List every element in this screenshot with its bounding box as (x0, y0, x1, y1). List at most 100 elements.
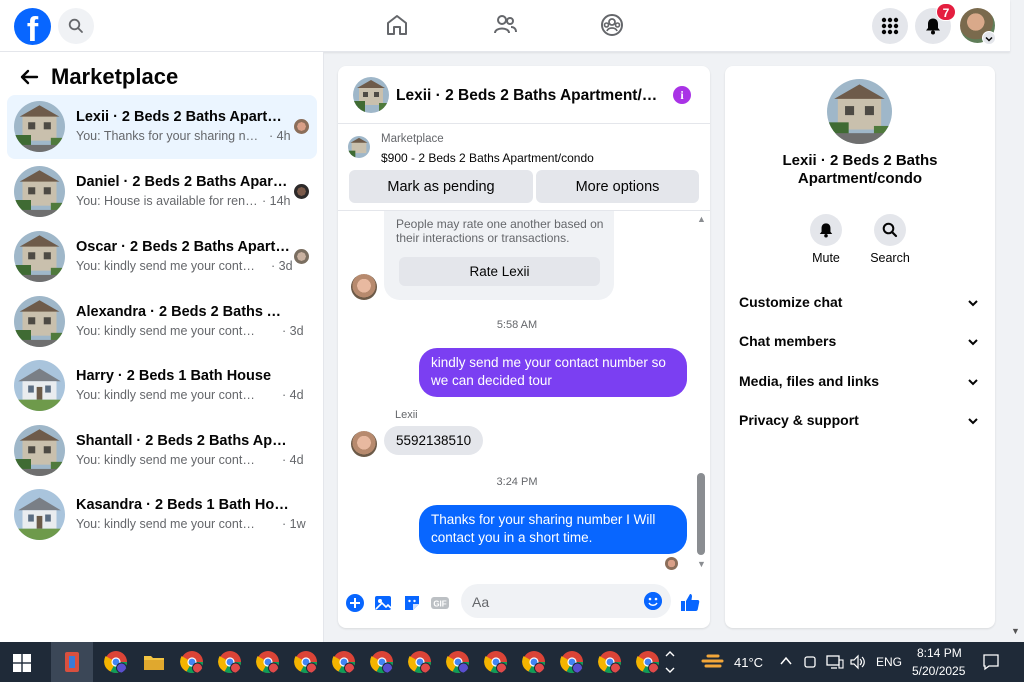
info-icon[interactable]: i (673, 86, 691, 104)
search-in-chat-button[interactable] (874, 214, 906, 246)
details-listing-photo[interactable] (827, 79, 892, 144)
chrome-icon[interactable] (522, 650, 546, 674)
plus-icon[interactable] (345, 593, 365, 613)
thumbs-up-icon[interactable] (679, 591, 701, 613)
home-icon[interactable] (384, 12, 410, 38)
mark-as-pending-button[interactable]: Mark as pending (349, 170, 533, 203)
chevron-down-icon (968, 418, 978, 425)
chrome-icon[interactable] (104, 650, 128, 674)
mute-action[interactable]: Mute (801, 214, 851, 265)
media-files-links-section[interactable]: Media, files and links (739, 373, 981, 393)
volume-icon[interactable] (849, 654, 867, 670)
scroll-down-arrow[interactable]: ▼ (697, 559, 706, 569)
conversation-snippet: You: kindly send me your contact nu... (76, 388, 261, 402)
message-timestamp: 5:58 AM (496, 319, 538, 331)
rate-user-button[interactable]: Rate Lexii (399, 257, 600, 286)
photo-icon[interactable] (373, 593, 393, 613)
conversation-name: Oscar · 2 Beds 2 Baths Apartment/condo (76, 239, 291, 255)
chrome-icon[interactable] (636, 650, 660, 674)
groups-icon[interactable] (599, 12, 625, 38)
chrome-icon[interactable] (294, 650, 318, 674)
bell-icon (819, 223, 833, 238)
conversation-time: · 3d (271, 259, 293, 273)
read-receipt-avatar (294, 249, 309, 264)
conversation-item[interactable]: Shantall · 2 Beds 2 Baths Apartment/cond… (7, 419, 317, 483)
menu-button[interactable] (872, 8, 908, 44)
condo-photo (14, 166, 65, 217)
app-icon[interactable] (60, 650, 84, 674)
conversation-name: Daniel · 2 Beds 2 Baths Apartment/condo (76, 174, 291, 190)
conversation-item[interactable]: Daniel · 2 Beds 2 Baths Apartment/condo Y… (7, 160, 317, 224)
page-scroll-down-arrow[interactable]: ▼ (1011, 626, 1020, 636)
more-options-button[interactable]: More options (536, 170, 699, 203)
chrome-icon[interactable] (598, 650, 622, 674)
mute-button[interactable] (810, 214, 842, 246)
taskbar-scroll-icon[interactable] (664, 644, 676, 680)
chrome-icon[interactable] (180, 650, 204, 674)
customize-chat-section[interactable]: Customize chat (739, 294, 981, 314)
chat-listing-thumbnail[interactable] (353, 77, 389, 113)
chevron-up-icon[interactable] (780, 656, 792, 666)
listing-description[interactable]: $900 - 2 Beds 2 Baths Apartment/condo (381, 151, 594, 165)
chrome-icon[interactable] (560, 650, 584, 674)
chat-members-section[interactable]: Chat members (739, 333, 981, 353)
scroll-up-arrow[interactable]: ▲ (697, 214, 706, 224)
chrome-icon[interactable] (256, 650, 280, 674)
meet-now-icon[interactable] (803, 654, 817, 670)
incoming-message[interactable]: 5592138510 (384, 426, 484, 455)
weather-icon[interactable] (700, 652, 726, 672)
friends-icon[interactable] (492, 12, 518, 38)
file-explorer-icon[interactable] (142, 650, 166, 674)
temperature[interactable]: 41°C (734, 655, 763, 670)
conversation-name: Harry · 2 Beds 1 Bath House (76, 368, 272, 384)
chrome-icon[interactable] (408, 650, 432, 674)
chrome-icon[interactable] (332, 650, 356, 674)
house-photo (14, 489, 65, 540)
outgoing-message[interactable]: kindly send me your contact number so we… (419, 348, 687, 397)
conversation-item[interactable]: Kasandra · 2 Beds 1 Bath House You: kindl… (7, 483, 317, 547)
clock-date[interactable]: 5/20/2025 (912, 664, 965, 678)
chrome-icon[interactable] (370, 650, 394, 674)
chrome-icon[interactable] (446, 650, 470, 674)
conversation-item[interactable]: Oscar · 2 Beds 2 Baths Apartment/condo Yo… (7, 225, 317, 289)
rating-notice-card: People may rate one another based on the… (384, 211, 614, 300)
privacy-support-section[interactable]: Privacy & support (739, 412, 981, 432)
sticker-icon[interactable] (402, 593, 422, 613)
marketplace-title: Marketplace (51, 64, 179, 89)
conversation-item[interactable]: Harry · 2 Beds 1 Bath House You: kindly s… (7, 354, 317, 418)
listing-thumbnail[interactable] (348, 136, 370, 158)
chrome-icon[interactable] (484, 650, 508, 674)
facebook-logo[interactable]: f (14, 8, 51, 45)
back-arrow-icon[interactable] (18, 66, 40, 88)
emoji-icon[interactable] (644, 592, 662, 610)
chat-scrollbar-thumb[interactable] (697, 473, 705, 555)
sender-avatar[interactable] (351, 274, 377, 300)
conversation-item[interactable]: Lexii · 2 Beds 2 Baths Apartment/condo Yo… (7, 95, 317, 159)
notification-center-icon[interactable] (982, 653, 1000, 671)
chrome-icon[interactable] (218, 650, 242, 674)
conversation-snippet: You: kindly send me your contact nu... (76, 324, 261, 338)
sender-avatar[interactable] (351, 431, 377, 457)
search-action[interactable]: Search (865, 214, 915, 265)
conversation-item[interactable]: Alexandra · 2 Beds 2 Baths Apartment/con… (7, 290, 317, 354)
gif-icon[interactable]: GIF (430, 593, 450, 613)
conversation-snippet: You: kindly send me your contact nu... (76, 453, 261, 467)
chevron-down-icon (968, 339, 978, 346)
message-input[interactable]: Aa (461, 584, 671, 618)
windows-start-icon[interactable] (13, 654, 31, 672)
condo-photo (348, 136, 370, 158)
bell-icon (926, 18, 940, 35)
search-button[interactable] (58, 8, 94, 44)
network-icon[interactable] (826, 654, 844, 670)
outgoing-message[interactable]: Thanks for your sharing number I Will co… (419, 505, 687, 554)
clock-time[interactable]: 8:14 PM (917, 646, 962, 660)
chat-title[interactable]: Lexii · 2 Beds 2 Baths Apartment/condo (396, 87, 661, 105)
conversation-snippet: You: House is available for rent se... (76, 194, 261, 208)
listing-banner: Marketplace $900 - 2 Beds 2 Baths Apartm… (338, 123, 710, 211)
condo-photo (14, 296, 65, 347)
read-receipt-avatar (294, 184, 309, 199)
chat-window: Lexii · 2 Beds 2 Baths Apartment/condo i… (338, 66, 710, 628)
language-indicator[interactable]: ENG (876, 655, 902, 669)
search-label: Search (870, 251, 910, 265)
account-chevron-icon[interactable] (982, 31, 996, 45)
